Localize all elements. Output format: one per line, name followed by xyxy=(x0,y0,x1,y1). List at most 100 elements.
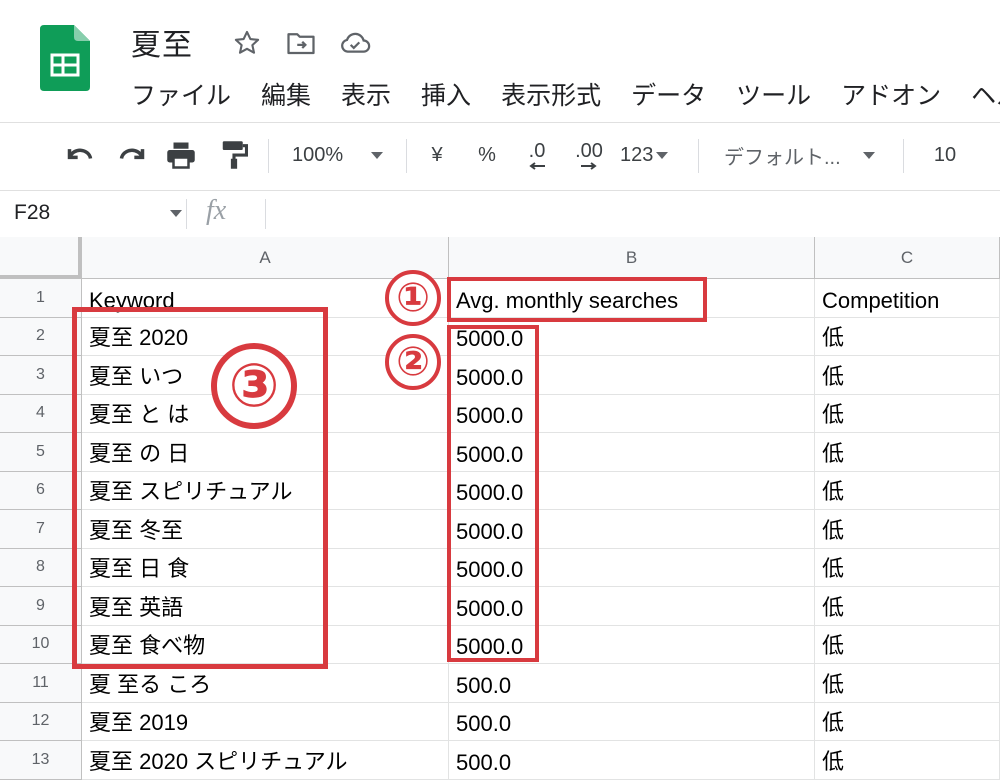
font-size-input[interactable]: 10 xyxy=(928,137,962,173)
cell-b8[interactable]: 5000.0 xyxy=(449,548,815,587)
currency-format-button[interactable]: ¥ xyxy=(424,137,450,173)
row-header[interactable]: 3 xyxy=(0,356,82,395)
select-all-corner[interactable] xyxy=(0,237,82,279)
menu-addons[interactable]: アドオン xyxy=(841,76,941,112)
print-icon[interactable] xyxy=(163,137,199,173)
cell-b10[interactable]: 5000.0 xyxy=(449,625,815,664)
sheets-logo-icon[interactable] xyxy=(40,25,90,91)
cell-a12[interactable]: 夏至 2019 xyxy=(82,702,449,741)
cell-b6[interactable]: 5000.0 xyxy=(449,471,815,510)
cell-c7[interactable]: 低 xyxy=(815,510,1000,549)
menu-data[interactable]: データ xyxy=(631,76,706,112)
table-row: 5 夏至 の 日 5000.0 低 xyxy=(0,433,1000,472)
column-header-c[interactable]: C xyxy=(815,237,1000,279)
cell-b1[interactable]: Avg. monthly searches xyxy=(449,279,815,318)
menu-edit[interactable]: 編集 xyxy=(261,76,311,112)
menu-help[interactable]: ヘル xyxy=(971,76,1000,112)
decrease-decimal-label: .0 xyxy=(528,140,546,162)
cell-b11[interactable]: 500.0 xyxy=(449,664,815,703)
row-header[interactable]: 13 xyxy=(0,741,82,780)
table-row: 10 夏至 食べ物 5000.0 低 xyxy=(0,625,1000,664)
fx-icon: fx xyxy=(206,195,227,226)
column-header-b[interactable]: B xyxy=(449,237,815,279)
menu-insert[interactable]: 挿入 xyxy=(421,76,471,112)
menu-format[interactable]: 表示形式 xyxy=(501,76,601,112)
cell-c3[interactable]: 低 xyxy=(815,356,1000,395)
name-box[interactable]: F28 xyxy=(14,201,50,225)
more-formats-button[interactable]: 123 xyxy=(620,137,682,173)
table-row: 9 夏至 英語 5000.0 低 xyxy=(0,587,1000,626)
cell-a6[interactable]: 夏至 スピリチュアル xyxy=(82,471,449,510)
app-header: 夏至 ファイル 編集 表示 挿入 表示形式 データ ツール アドオン ヘル xyxy=(0,0,1000,123)
cell-a10[interactable]: 夏至 食べ物 xyxy=(82,625,449,664)
arrow-right-icon xyxy=(581,162,597,170)
cell-c10[interactable]: 低 xyxy=(815,625,1000,664)
cell-c5[interactable]: 低 xyxy=(815,433,1000,472)
cell-b12[interactable]: 500.0 xyxy=(449,702,815,741)
table-row: 7 夏至 冬至 5000.0 低 xyxy=(0,510,1000,549)
menu-tools[interactable]: ツール xyxy=(736,76,811,112)
row-header[interactable]: 10 xyxy=(0,625,82,664)
row-header[interactable]: 12 xyxy=(0,702,82,741)
cell-a9[interactable]: 夏至 英語 xyxy=(82,587,449,626)
cloud-saved-icon[interactable] xyxy=(338,28,372,58)
cell-b7[interactable]: 5000.0 xyxy=(449,510,815,549)
star-icon[interactable] xyxy=(230,28,264,58)
cell-a7[interactable]: 夏至 冬至 xyxy=(82,510,449,549)
cell-c6[interactable]: 低 xyxy=(815,471,1000,510)
column-header-a[interactable]: A xyxy=(82,237,449,279)
row-header[interactable]: 8 xyxy=(0,548,82,587)
formula-bar: F28 fx xyxy=(0,190,1000,238)
annotation-number-3: ③ xyxy=(211,343,297,429)
row-header[interactable]: 4 xyxy=(0,394,82,433)
cell-b3[interactable]: 5000.0 xyxy=(449,356,815,395)
zoom-select[interactable]: 100% xyxy=(292,137,392,173)
undo-icon[interactable] xyxy=(62,137,98,173)
cell-b9[interactable]: 5000.0 xyxy=(449,587,815,626)
row-header[interactable]: 11 xyxy=(0,664,82,703)
font-family-select[interactable]: デフォルト... xyxy=(724,137,890,173)
menu-view[interactable]: 表示 xyxy=(341,76,391,112)
cell-b2[interactable]: 5000.0 xyxy=(449,317,815,356)
cell-c8[interactable]: 低 xyxy=(815,548,1000,587)
cell-a13[interactable]: 夏至 2020 スピリチュアル xyxy=(82,741,449,780)
row-header[interactable]: 1 xyxy=(0,279,82,318)
cell-c9[interactable]: 低 xyxy=(815,587,1000,626)
cell-c1[interactable]: Competition xyxy=(815,279,1000,318)
cell-b13[interactable]: 500.0 xyxy=(449,741,815,780)
cell-a5[interactable]: 夏至 の 日 xyxy=(82,433,449,472)
document-title[interactable]: 夏至 xyxy=(131,20,193,64)
row-header[interactable]: 9 xyxy=(0,587,82,626)
table-row: 4 夏至 と は 5000.0 低 xyxy=(0,394,1000,433)
percent-format-button[interactable]: % xyxy=(474,137,500,173)
row-header[interactable]: 6 xyxy=(0,471,82,510)
decrease-decimal-button[interactable]: .0 xyxy=(518,137,556,173)
cell-c13[interactable]: 低 xyxy=(815,741,1000,780)
increase-decimal-button[interactable]: .00 xyxy=(568,137,610,173)
cell-c4[interactable]: 低 xyxy=(815,394,1000,433)
table-row: 1 Keyword Avg. monthly searches Competit… xyxy=(0,279,1000,318)
row-header[interactable]: 2 xyxy=(0,317,82,356)
more-formats-label: 123 xyxy=(620,143,654,166)
cell-a8[interactable]: 夏至 日 食 xyxy=(82,548,449,587)
table-row: 8 夏至 日 食 5000.0 低 xyxy=(0,548,1000,587)
cell-b4[interactable]: 5000.0 xyxy=(449,394,815,433)
cell-c2[interactable]: 低 xyxy=(815,317,1000,356)
toolbar-divider xyxy=(903,139,904,173)
cell-c12[interactable]: 低 xyxy=(815,702,1000,741)
table-row: 12 夏至 2019 500.0 低 xyxy=(0,702,1000,741)
zoom-value: 100% xyxy=(292,143,344,166)
move-to-folder-icon[interactable] xyxy=(284,28,318,58)
cell-b5[interactable]: 5000.0 xyxy=(449,433,815,472)
row-header[interactable]: 5 xyxy=(0,433,82,472)
sheet-grid: 1 Keyword Avg. monthly searches Competit… xyxy=(0,279,1000,780)
redo-icon[interactable] xyxy=(114,137,150,173)
menu-file[interactable]: ファイル xyxy=(131,76,231,112)
formula-divider xyxy=(186,199,187,229)
row-header[interactable]: 7 xyxy=(0,510,82,549)
chevron-down-icon[interactable] xyxy=(170,210,182,217)
cell-c11[interactable]: 低 xyxy=(815,664,1000,703)
annotation-number-2: ② xyxy=(385,334,441,390)
cell-a11[interactable]: 夏 至る ころ xyxy=(82,664,449,703)
paint-format-icon[interactable] xyxy=(216,137,252,173)
